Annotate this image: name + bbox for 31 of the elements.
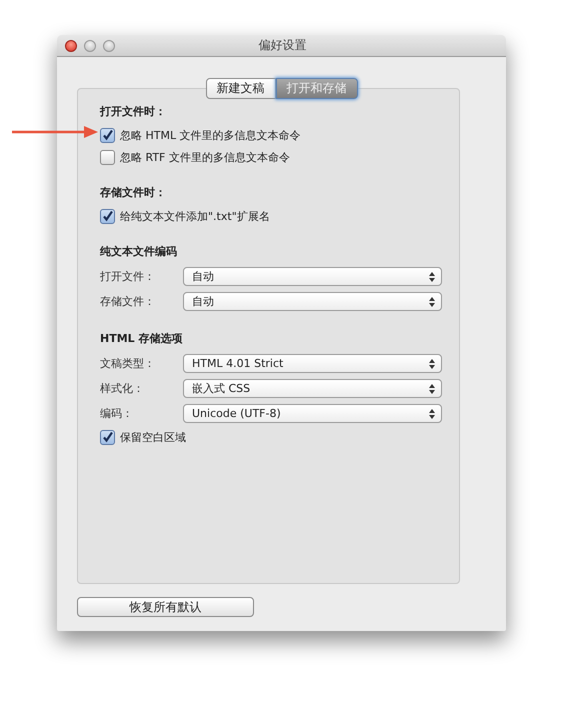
checkbox[interactable]: [100, 208, 115, 224]
restore-defaults-button[interactable]: 恢复所有默认: [77, 597, 254, 617]
field-label: 样式化：: [100, 381, 145, 396]
checkbox[interactable]: [100, 128, 115, 142]
checkbox[interactable]: [100, 150, 115, 164]
field-label: 打开文件：: [100, 269, 156, 284]
checkbox-label: 保留空白区域: [120, 430, 186, 444]
field-label: 文稿类型：: [100, 356, 156, 371]
popup-menu[interactable]: 自动: [183, 292, 442, 311]
window-title: 偏好设置: [258, 37, 306, 54]
up-down-arrows-icon: [429, 296, 435, 306]
checkbox-label: 忽略 RTF 文件里的多信息文本命令: [120, 150, 290, 164]
popup-menu[interactable]: HTML 4.01 Strict: [183, 354, 442, 373]
section-heading: 打开文件时：: [100, 104, 167, 119]
section-heading: 存储文件时：: [100, 185, 167, 200]
popup-menu[interactable]: 自动: [183, 267, 442, 286]
checkbox-label: 忽略 HTML 文件里的多信息文本命令: [120, 128, 301, 142]
field-label: 编码：: [100, 406, 134, 421]
up-down-arrows-icon: [429, 408, 435, 418]
checkbox-label: 给纯文本文件添加".txt"扩展名: [120, 208, 270, 224]
section-heading: 纯文本文件编码: [100, 244, 178, 259]
close-icon[interactable]: [65, 40, 77, 52]
field-label: 存储文件：: [100, 294, 156, 309]
popup-menu[interactable]: Unicode (UTF-8): [183, 404, 442, 423]
up-down-arrows-icon: [429, 384, 435, 394]
checkbox[interactable]: [100, 430, 115, 444]
popup-menu[interactable]: 嵌入式 CSS: [183, 379, 442, 398]
up-down-arrows-icon: [429, 272, 435, 282]
up-down-arrows-icon: [429, 358, 435, 368]
tab[interactable]: 新建文稿: [206, 78, 276, 99]
section-heading: HTML 存储选项: [100, 331, 184, 346]
